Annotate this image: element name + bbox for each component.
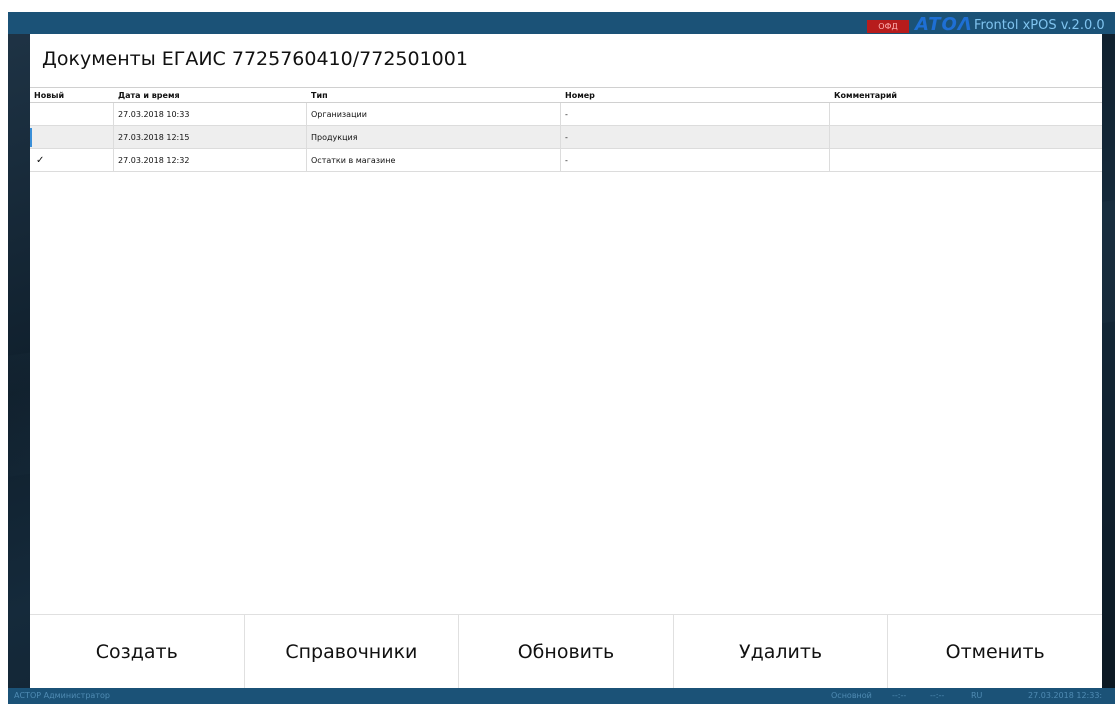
cell-new [30, 103, 114, 125]
cell-type: Остатки в магазине [307, 149, 561, 171]
status-bar: АСТОР Администратор Основной --:-- --:--… [8, 688, 1115, 704]
column-header-comment[interactable]: Комментарий [830, 88, 1102, 102]
column-header-datetime[interactable]: Дата и время [114, 88, 307, 102]
cell-type: Организации [307, 103, 561, 125]
table-row[interactable]: 27.03.2018 12:15 Продукция - [30, 126, 1102, 149]
status-indicator-2: --:-- [930, 691, 945, 700]
cell-number: - [561, 103, 830, 125]
cell-number: - [561, 149, 830, 171]
table-row[interactable]: 27.03.2018 10:33 Организации - [30, 103, 1102, 126]
check-icon: ✓ [30, 149, 114, 171]
cell-datetime: 27.03.2018 12:32 [114, 149, 307, 171]
cell-new [30, 126, 114, 148]
page-title: Документы ЕГАИС 7725760410/772501001 [42, 48, 468, 70]
cell-comment [830, 126, 1102, 148]
status-language: RU [971, 691, 983, 700]
delete-button[interactable]: Удалить [673, 615, 889, 688]
table-row[interactable]: ✓ 27.03.2018 12:32 Остатки в магазине - [30, 149, 1102, 172]
status-mode: Основной [831, 691, 872, 700]
create-button[interactable]: Создать [30, 615, 245, 688]
status-datetime: 27.03.2018 12:33: [1028, 691, 1103, 700]
atol-logo: ATOΛ [915, 14, 973, 35]
cell-number: - [561, 126, 830, 148]
cell-type: Продукция [307, 126, 561, 148]
app-title: Frontol xPOS v.2.0.0 [974, 18, 1105, 33]
status-indicator-1: --:-- [892, 691, 907, 700]
cancel-button[interactable]: Отменить [888, 615, 1102, 688]
column-header-type[interactable]: Тип [307, 88, 561, 102]
action-bar: Создать Справочники Обновить Удалить Отм… [30, 614, 1102, 688]
table-header: Новый Дата и время Тип Номер Комментарий [30, 88, 1102, 103]
cell-datetime: 27.03.2018 10:33 [114, 103, 307, 125]
cell-datetime: 27.03.2018 12:15 [114, 126, 307, 148]
references-button[interactable]: Справочники [244, 615, 460, 688]
status-user: АСТОР Администратор [14, 691, 110, 700]
documents-panel: Документы ЕГАИС 7725760410/772501001 Нов… [30, 34, 1102, 688]
cell-comment [830, 149, 1102, 171]
column-header-number[interactable]: Номер [561, 88, 830, 102]
column-header-new[interactable]: Новый [30, 88, 114, 102]
ofd-status-badge: ОФД [867, 20, 909, 33]
documents-table: Новый Дата и время Тип Номер Комментарий… [30, 87, 1102, 172]
selection-marker [30, 128, 32, 147]
cell-comment [830, 103, 1102, 125]
refresh-button[interactable]: Обновить [459, 615, 674, 688]
